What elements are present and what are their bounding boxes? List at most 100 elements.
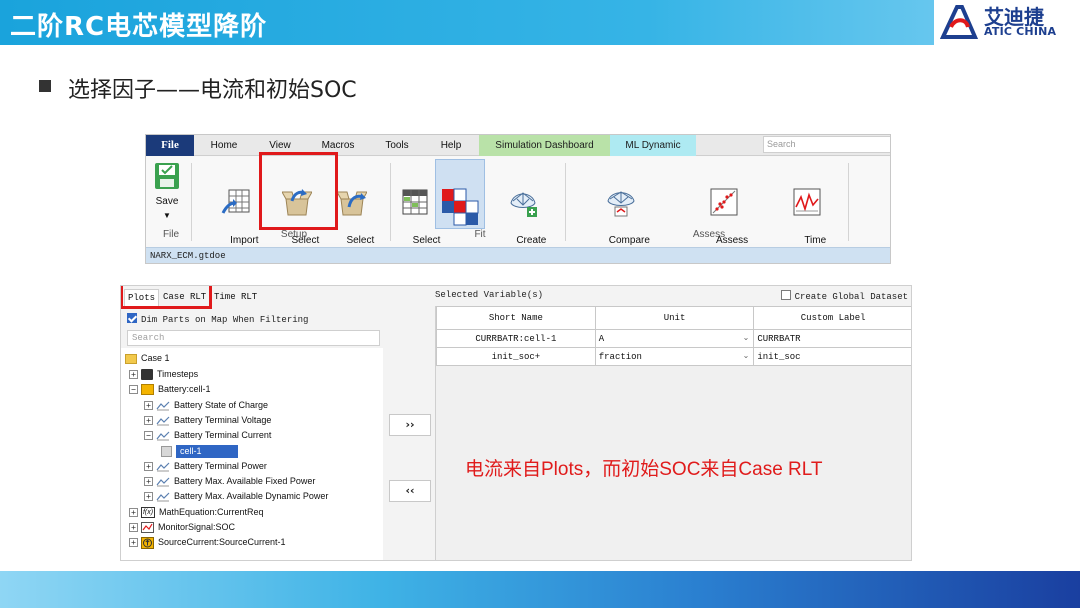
import-table-icon bbox=[221, 189, 250, 214]
tab-simulation-dashboard[interactable]: Simulation Dashboard bbox=[479, 135, 610, 156]
tree-node-terminal-current[interactable]: − Battery Terminal Current bbox=[144, 429, 271, 442]
tab-time-rlt[interactable]: Time RLT bbox=[211, 289, 260, 306]
expand-icon[interactable]: + bbox=[144, 477, 153, 487]
dim-parts-label: Dim Parts on Map When Filtering bbox=[141, 315, 309, 325]
tab-ml-dynamic[interactable]: ML Dynamic bbox=[610, 135, 696, 156]
select-factors-highlight-box bbox=[259, 152, 338, 230]
app-ribbon: File Home View Macros Tools Help Simulat… bbox=[145, 134, 891, 264]
unit-dropdown[interactable]: A ⌄ bbox=[594, 329, 755, 348]
group-label-file: File bbox=[162, 229, 180, 240]
company-logo: 艾迪捷 ATIC CHINA bbox=[934, 0, 1080, 45]
tree-node-monitor-label: MonitorSignal:SOC bbox=[158, 522, 236, 533]
cell-custom-label[interactable]: init_soc bbox=[753, 347, 911, 366]
tab-home[interactable]: Home bbox=[202, 135, 246, 156]
save-label: Save bbox=[155, 196, 179, 207]
assess-scatter-icon bbox=[710, 188, 738, 216]
tree-node-state-of-charge[interactable]: + Battery State of Charge bbox=[144, 399, 268, 412]
save-icon bbox=[155, 163, 179, 189]
tree-node-timesteps[interactable]: + Timesteps bbox=[129, 368, 198, 381]
plot-icon bbox=[156, 462, 170, 472]
plot-icon bbox=[156, 477, 170, 487]
create-global-dataset-checkbox[interactable] bbox=[780, 290, 791, 300]
tree-node-cell-1-label: cell-1 bbox=[176, 445, 238, 459]
column-header-unit[interactable]: Unit bbox=[594, 306, 755, 330]
group-separator bbox=[390, 163, 391, 241]
group-separator bbox=[565, 163, 566, 241]
select-series-grid-icon bbox=[402, 189, 428, 215]
cell-short-name[interactable]: init_soc+ bbox=[436, 347, 596, 366]
document-path-bar: NARX_ECM.gtdoe bbox=[146, 247, 890, 263]
tree-node-label: Battery Max. Available Dynamic Power bbox=[174, 491, 329, 502]
expand-icon[interactable]: + bbox=[129, 538, 138, 548]
tree-node-label: Battery Terminal Power bbox=[174, 461, 267, 472]
timesteps-icon bbox=[141, 369, 153, 381]
collapse-icon[interactable]: − bbox=[144, 431, 153, 441]
group-label-setup: Setup bbox=[280, 229, 308, 240]
group-separator bbox=[191, 163, 192, 241]
tree-node-terminal-power[interactable]: + Battery Terminal Power bbox=[144, 460, 267, 473]
tree-node-battery[interactable]: − Battery:cell-1 bbox=[129, 383, 211, 396]
expand-icon[interactable]: + bbox=[144, 416, 153, 426]
cell-custom-label[interactable]: CURRBATR bbox=[753, 329, 911, 348]
tree-node-max-dynamic-power[interactable]: + Battery Max. Available Dynamic Power bbox=[144, 490, 328, 503]
function-icon: f(x) bbox=[141, 507, 155, 519]
expand-icon[interactable]: + bbox=[129, 370, 138, 380]
tab-tools[interactable]: Tools bbox=[378, 135, 416, 156]
move-left-button[interactable]: ‹‹ bbox=[389, 480, 431, 502]
expand-icon[interactable]: + bbox=[144, 401, 153, 411]
expand-icon[interactable]: + bbox=[129, 523, 138, 533]
dim-parts-checkbox[interactable] bbox=[127, 313, 137, 323]
expand-icon[interactable]: + bbox=[144, 462, 153, 472]
save-button[interactable]: Save ▼ bbox=[148, 161, 186, 222]
column-header-custom-label[interactable]: Custom Label bbox=[753, 306, 911, 330]
tree-node-monitor-signal[interactable]: + MonitorSignal:SOC bbox=[129, 521, 235, 534]
tab-help[interactable]: Help bbox=[433, 135, 469, 156]
slide-title: 二阶RC电芯模型降阶 bbox=[10, 12, 268, 42]
group-separator bbox=[848, 163, 849, 241]
tree-node-source-label: SourceCurrent:SourceCurrent-1 bbox=[158, 537, 286, 548]
selected-variables-label: Selected Variable(s) bbox=[435, 290, 544, 300]
unit-value: fraction bbox=[598, 351, 642, 362]
table-row[interactable]: CURRBATR:cell-1 A ⌄ CURRBATR bbox=[436, 329, 911, 348]
tree-node-case[interactable]: Case 1 bbox=[125, 352, 170, 365]
slide-header: 二阶RC电芯模型降阶 艾迪捷 ATIC CHINA bbox=[0, 0, 1080, 45]
tree-node-math-label: MathEquation:CurrentReq bbox=[159, 507, 264, 518]
tree-node-math-equation[interactable]: + f(x) MathEquation:CurrentReq bbox=[129, 506, 264, 519]
group-label-fit: Fit bbox=[474, 229, 486, 240]
collapse-icon[interactable]: − bbox=[129, 385, 138, 395]
tree-node-battery-label: Battery:cell-1 bbox=[158, 384, 211, 395]
tree-node-source-current[interactable]: + SourceCurrent:SourceCurrent-1 bbox=[129, 536, 286, 549]
tree-node-label: Battery Terminal Voltage bbox=[174, 415, 272, 426]
move-right-button[interactable]: ›› bbox=[389, 414, 431, 436]
plot-icon bbox=[156, 416, 170, 426]
monitor-icon bbox=[141, 522, 154, 534]
column-header-short-name[interactable]: Short Name bbox=[436, 306, 596, 330]
tree-node-cell-1[interactable]: cell-1 bbox=[161, 445, 238, 459]
group-label-assess: Assess bbox=[692, 229, 726, 240]
selected-variables-table: Short Name Unit Custom Label CURRBATR:ce… bbox=[435, 306, 911, 560]
create-global-dataset-label: Create Global Dataset bbox=[794, 292, 908, 302]
annotation-note: 电流来自Plots，而初始SOC来自Case RLT bbox=[465, 459, 823, 480]
chevron-down-icon[interactable]: ⌄ bbox=[743, 351, 750, 360]
ribbon-search-input[interactable]: Search bbox=[763, 136, 890, 153]
analyze-series-icon bbox=[442, 188, 479, 226]
tree-node-max-fixed-power[interactable]: + Battery Max. Available Fixed Power bbox=[144, 475, 315, 488]
save-dropdown-arrow[interactable]: ▼ bbox=[148, 209, 186, 222]
tree-node-label: Battery State of Charge bbox=[174, 400, 269, 411]
expand-icon[interactable]: + bbox=[144, 492, 153, 502]
unit-dropdown[interactable]: fraction ⌄ bbox=[594, 347, 755, 366]
create-global-dataset-option[interactable]: Create Global Dataset bbox=[780, 290, 908, 302]
bullet-marker bbox=[39, 80, 51, 92]
table-row[interactable]: init_soc+ fraction ⌄ init_soc bbox=[436, 347, 911, 366]
tree-node-terminal-voltage[interactable]: + Battery Terminal Voltage bbox=[144, 414, 271, 427]
bullet-heading: 选择因子——电流和初始SOC bbox=[68, 78, 357, 103]
tree-search-input[interactable]: Search bbox=[127, 330, 380, 346]
chevron-down-icon[interactable]: ⌄ bbox=[743, 333, 750, 342]
cell-short-name[interactable]: CURRBATR:cell-1 bbox=[436, 329, 596, 348]
expand-icon[interactable]: + bbox=[129, 508, 138, 518]
tree-node-timesteps-label: Timesteps bbox=[157, 369, 199, 380]
tabs-highlight-box bbox=[121, 286, 212, 309]
tree-node-label: Battery Terminal Current bbox=[174, 430, 272, 441]
dim-parts-option[interactable]: Dim Parts on Map When Filtering bbox=[127, 313, 308, 325]
tab-file[interactable]: File bbox=[146, 135, 194, 156]
